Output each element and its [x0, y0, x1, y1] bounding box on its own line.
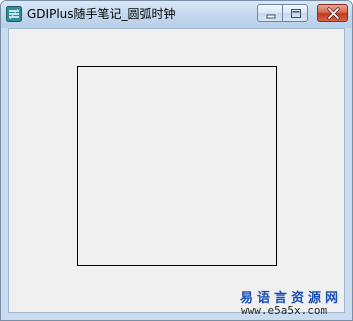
client-area — [8, 28, 345, 313]
close-button[interactable] — [317, 4, 348, 22]
clock-drawing-area — [77, 66, 277, 266]
title-bar[interactable]: GDIPlus随手笔记_圆弧时钟 — [1, 1, 352, 28]
close-icon — [327, 7, 340, 20]
maximize-button[interactable] — [282, 4, 308, 22]
app-icon[interactable] — [6, 6, 22, 22]
window-title: GDIPlus随手笔记_圆弧时钟 — [27, 7, 176, 21]
maximize-icon — [291, 9, 301, 18]
app-window: GDIPlus随手笔记_圆弧时钟 — [0, 0, 353, 321]
minimize-icon — [266, 14, 276, 19]
watermark-url: www.e5a5x.com — [241, 304, 328, 317]
minimize-button[interactable] — [257, 4, 283, 22]
